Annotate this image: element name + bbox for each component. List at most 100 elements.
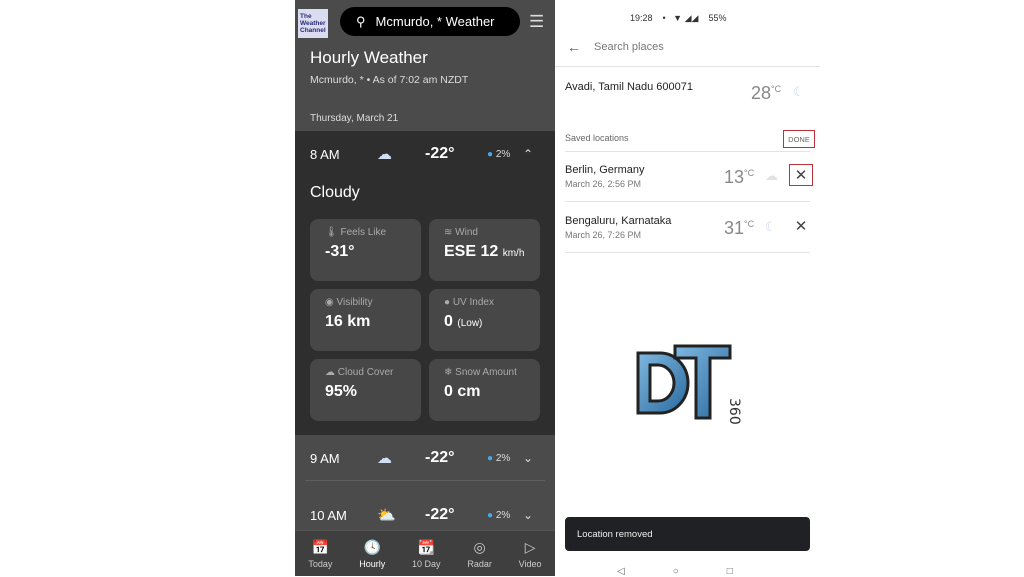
search-places-input[interactable]: Search places: [594, 41, 664, 53]
raindrop-icon: ●: [487, 509, 494, 521]
back-arrow-icon[interactable]: ←: [567, 39, 581, 55]
precip-value: 2%: [495, 148, 511, 160]
card-label: Cloud Cover: [337, 367, 394, 378]
divider: [565, 151, 810, 152]
saved-location-bengaluru[interactable]: Bengaluru, Karnataka March 26, 7:26 PM: [565, 215, 671, 240]
temp-value: 28: [751, 83, 772, 103]
recents-nav-icon[interactable]: □: [727, 566, 733, 577]
hour-temp: -22°: [425, 145, 455, 162]
radar-icon: ◎: [473, 538, 486, 555]
play-icon: ▷: [524, 538, 536, 555]
nav-label: 10 Day: [412, 558, 441, 569]
precip: ● 2%: [487, 510, 510, 521]
raindrop-icon: ●: [487, 452, 494, 464]
hamburger-menu-icon[interactable]: ☰: [529, 12, 544, 32]
date-header: Thursday, March 21: [310, 113, 399, 124]
visibility-card: ◉ Visibility 16 km: [310, 289, 421, 351]
temp-unit: °C: [744, 168, 755, 178]
divider: [565, 252, 810, 253]
search-icon: ⚲: [356, 13, 366, 29]
divider: [305, 480, 545, 481]
precip-value: 2%: [495, 452, 511, 464]
nav-label: Video: [518, 558, 542, 569]
svg-text:360: 360: [726, 398, 742, 425]
battery-level: 55%: [708, 13, 727, 23]
nav-label: Today: [308, 558, 333, 569]
hour-temp: -22°: [425, 506, 455, 523]
signal-icons: • ▼ ◢◢: [662, 13, 699, 23]
remove-location-button[interactable]: ✕: [789, 215, 813, 237]
hour-temp: -22°: [425, 449, 455, 466]
current-location[interactable]: Avadi, Tamil Nadu 600071: [565, 81, 693, 93]
location-date: March 26, 2:56 PM: [565, 179, 642, 189]
chevron-down-icon[interactable]: ⌄: [523, 508, 533, 522]
card-label: Visibility: [336, 297, 373, 308]
card-label: Snow Amount: [455, 367, 517, 378]
card-value: 16 km: [325, 313, 371, 330]
cloud-icon: ☁: [765, 168, 778, 183]
home-nav-icon[interactable]: ○: [673, 566, 679, 577]
saved-location-berlin[interactable]: Berlin, Germany March 26, 2:56 PM: [565, 164, 644, 189]
thermometer-icon: 🌡: [325, 227, 338, 238]
calendar-icon: 📅: [311, 538, 330, 555]
location-date: March 26, 7:26 PM: [565, 230, 642, 240]
divider: [555, 66, 820, 67]
card-label: Feels Like: [340, 227, 387, 238]
page-title: Hourly Weather: [310, 48, 428, 67]
snowflake-icon: ❄: [444, 367, 453, 378]
partly-sunny-icon: ⛅: [377, 507, 396, 524]
nav-hourly[interactable]: 🕓 Hourly: [359, 539, 385, 569]
search-value: Mcmurdo, * Weather: [375, 14, 495, 29]
chevron-down-icon[interactable]: ⌄: [523, 451, 533, 465]
feels-like-card: 🌡 Feels Like -31°: [310, 219, 421, 281]
current-temp: 28°C: [751, 83, 781, 104]
card-value: 95%: [325, 383, 358, 400]
weather-app-screen: The Weather Channel ⚲ Mcmurdo, * Weather…: [295, 0, 555, 576]
hour-row-8am[interactable]: 8 AM ☁ -22° ● 2% ⌃: [295, 134, 555, 174]
clock-icon: 🕓: [363, 538, 381, 555]
hour-time: 10 AM: [310, 507, 347, 523]
hour-time: 9 AM: [310, 450, 340, 466]
temp-unit: °C: [771, 84, 782, 94]
search-bar[interactable]: ⚲ Mcmurdo, * Weather: [340, 7, 520, 36]
nav-label: Hourly: [359, 558, 386, 569]
nav-video[interactable]: ▷ Video: [519, 539, 542, 569]
temp-unit: °C: [744, 219, 755, 229]
cloud-icon: ☁: [377, 450, 392, 467]
chevron-up-icon[interactable]: ⌃: [523, 147, 533, 161]
nav-label: Radar: [467, 558, 492, 569]
nav-10-day[interactable]: 📆 10 Day: [412, 539, 441, 569]
status-bar: 19:28 • ▼ ◢◢ 55%: [630, 13, 726, 24]
nav-today[interactable]: 📅 Today: [308, 539, 332, 569]
card-unit: (Low): [457, 318, 483, 329]
temp-value: 13: [724, 167, 745, 187]
precip: ● 2%: [487, 149, 510, 160]
back-nav-icon[interactable]: ◁: [617, 566, 625, 577]
cloud-icon: ☁: [377, 146, 392, 163]
done-button[interactable]: DONE: [783, 130, 815, 148]
precip: ● 2%: [487, 453, 510, 464]
close-icon: ✕: [794, 218, 808, 235]
weather-channel-logo[interactable]: The Weather Channel: [298, 9, 328, 38]
system-nav-bar: ◁ ○ □: [617, 566, 733, 577]
nav-radar[interactable]: ◎ Radar: [467, 539, 492, 569]
hour-time: 8 AM: [310, 146, 340, 162]
location-name: Berlin, Germany: [565, 164, 645, 176]
saved-locations-label: Saved locations: [565, 133, 629, 143]
remove-location-button[interactable]: ✕: [789, 164, 813, 186]
eye-icon: ◉: [325, 297, 334, 308]
uv-icon: ●: [444, 297, 451, 308]
hour-row-9am[interactable]: 9 AM ☁ -22° ● 2% ⌄: [295, 438, 555, 478]
location-name: Avadi, Tamil Nadu 600071: [565, 81, 694, 93]
condition-label: Cloudy: [310, 184, 360, 201]
card-value: -31°: [325, 243, 355, 260]
cloud-cover-card: ☁ Cloud Cover 95%: [310, 359, 421, 421]
temp-value: 31: [724, 218, 745, 238]
wind-card: ≋ Wind ESE 12 km/h: [429, 219, 540, 281]
divider: [565, 201, 810, 202]
places-screen: 19:28 • ▼ ◢◢ 55% ← Search places Avadi, …: [555, 0, 820, 577]
location-subtitle: Mcmurdo, * • As of 7:02 am NZDT: [310, 74, 469, 86]
hour-row-10am[interactable]: 10 AM ⛅ -22° ● 2% ⌄: [295, 495, 555, 535]
card-unit: km/h: [502, 248, 525, 259]
card-value: 0: [444, 313, 453, 330]
